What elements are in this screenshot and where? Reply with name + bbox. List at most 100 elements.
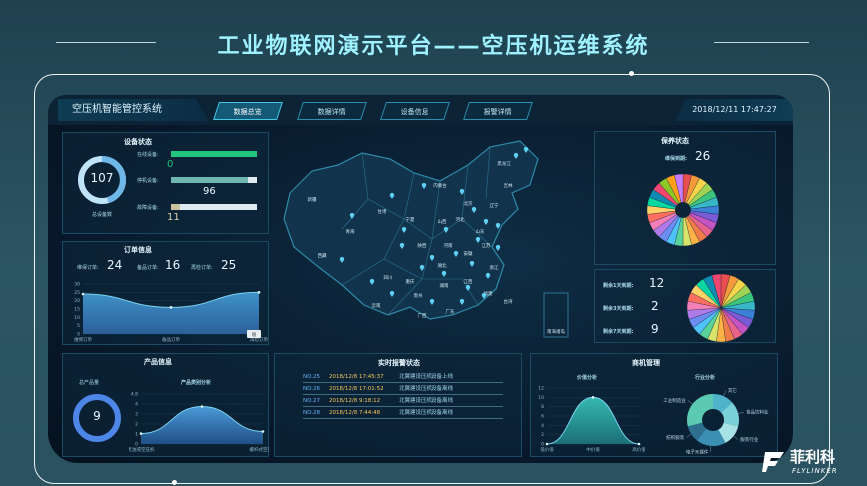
data-point bbox=[169, 306, 173, 309]
tab-alarm-details[interactable]: 报警详情 bbox=[463, 102, 533, 120]
stopped-value: 96 bbox=[203, 186, 216, 197]
data-point bbox=[139, 432, 143, 435]
maintenance-title: 保养状态 bbox=[661, 137, 689, 145]
title-line-right bbox=[714, 42, 809, 43]
map-province-label: 江苏 bbox=[482, 242, 491, 249]
map-province-label: 台湾 bbox=[504, 298, 513, 305]
industry-analysis-title: 行业分析 bbox=[695, 375, 716, 381]
x-tick-label: 无油或空压机 bbox=[129, 446, 155, 453]
map-province-label: 云南 bbox=[372, 302, 381, 309]
order-info-title: 订单信息 bbox=[124, 246, 152, 254]
pie-label: 电子元器件 bbox=[686, 448, 709, 454]
y-tick-label: 30 bbox=[74, 282, 80, 288]
map-province-label: 青海 bbox=[346, 228, 355, 235]
y-tick-label: 12 bbox=[538, 386, 544, 392]
product-total-label: 总产品量 bbox=[79, 380, 100, 386]
pie-label: 纺织服装 bbox=[666, 434, 684, 441]
data-point bbox=[545, 442, 549, 446]
map-province-label: 吉林 bbox=[504, 182, 513, 189]
brand-mark-icon bbox=[762, 452, 784, 472]
label-leader bbox=[686, 434, 692, 438]
map-province-label: 安徽 bbox=[464, 250, 473, 257]
map-province-label: 黑龙江 bbox=[497, 160, 511, 167]
alarm-row[interactable]: NO.27 2018/12/8 9:18:12 北翼建设压机 设备离线 bbox=[303, 396, 503, 407]
due-label: 维保到期: bbox=[665, 156, 687, 162]
price-analysis-title: 价值分析 bbox=[577, 375, 598, 381]
y-tick-label: 15 bbox=[74, 307, 80, 313]
x-tick-label: 维保订单 bbox=[74, 336, 92, 343]
y-tick-label: 0 bbox=[135, 442, 138, 448]
alarm-row[interactable]: NO.26 2018/12/8 17:01:52 北翼建设压机 设备离线 bbox=[303, 384, 503, 395]
tab-data-overview[interactable]: 数据总览 bbox=[213, 102, 283, 120]
pie-slice bbox=[687, 394, 713, 427]
product-analysis-title: 产品类别分析 bbox=[181, 380, 212, 386]
tab-data-details[interactable]: 数据详情 bbox=[297, 102, 367, 120]
alarm-row[interactable]: NO.28 2018/12/8 7:44:48 北翼建设压机 设备离线 bbox=[303, 408, 503, 419]
map-province-label: 四川 bbox=[384, 275, 393, 281]
market-panel: 商机管理 价值分析 12 10 8 6 4 2 0 低价值 中价值 高价值 行业分析 其它 食品饮料… bbox=[530, 353, 778, 457]
map-province-label: 新疆 bbox=[308, 196, 317, 203]
map-province-label: 河南 bbox=[444, 242, 453, 249]
y-tick-label: 6 bbox=[541, 414, 544, 420]
remaining-days-panel: 剩余1天到期: 12 剩余3天到期: 2 剩余7天到期: 9 bbox=[594, 269, 776, 343]
x-tick-label: 高价值 bbox=[632, 446, 645, 453]
alarm-no: NO.27 bbox=[303, 398, 320, 404]
chart-tooltip: 值 bbox=[247, 330, 261, 338]
alarm-time: 2018/12/8 17:45:37 bbox=[329, 374, 384, 380]
alarm-device: 北翼建设压机 bbox=[399, 410, 433, 416]
product-area-chart: 4.8 4 3 2 1 0无油或空压机 螺杆式空压机 bbox=[129, 392, 269, 454]
system-title: 空压机智能管控系统 bbox=[58, 99, 208, 121]
map-province-label: 广西 bbox=[418, 312, 427, 319]
frame-dot-top-right bbox=[629, 71, 634, 76]
map-province-label: 北京 bbox=[464, 200, 473, 207]
total-devices-value: 107 bbox=[90, 171, 114, 185]
alarm-time: 2018/12/8 17:01:52 bbox=[329, 386, 384, 392]
industry-donut-chart: 其它食品饮料业服装行业电子元器件 纺织服装 工业制造业 bbox=[663, 387, 769, 454]
product-total-value: 9 bbox=[93, 409, 101, 423]
y-tick-label: 2 bbox=[541, 432, 544, 438]
stopped-bar-fill bbox=[171, 177, 249, 183]
alarm-status: 设备离线 bbox=[431, 398, 454, 404]
data-point bbox=[200, 405, 204, 408]
map-province-label: 广东 bbox=[446, 308, 455, 315]
maintenance-panel: 保养状态 维保到期: 26 bbox=[594, 131, 776, 265]
pie-label: 服装行业 bbox=[740, 436, 758, 443]
map-province-label: 贵州 bbox=[414, 292, 423, 299]
frame-dot-bottom-left bbox=[172, 480, 177, 485]
order-3-value: 25 bbox=[221, 258, 237, 272]
map-province-label: 浙江 bbox=[490, 264, 499, 271]
y-tick-label: 3 bbox=[135, 412, 138, 418]
online-value: 0 bbox=[167, 159, 174, 170]
fault-label: 故障设备: bbox=[137, 205, 159, 211]
pie-label: 其它 bbox=[728, 387, 737, 394]
fault-value: 11 bbox=[167, 212, 180, 223]
device-status-title: 设备状态 bbox=[124, 138, 152, 146]
brand-subtitle: FLYLINKER bbox=[792, 467, 838, 475]
map-province-label: 陕西 bbox=[418, 242, 427, 249]
dashboard-screen: 空压机智能管控系统 数据总览 数据详情 设备信息 报警详情 2018/12/11… bbox=[48, 95, 793, 463]
order-1-value: 24 bbox=[107, 258, 123, 272]
map-province-label: 湖南 bbox=[440, 282, 449, 289]
map-province-label: 重庆 bbox=[406, 278, 415, 285]
data-point bbox=[81, 292, 85, 296]
orders-area-chart: 302520151050维保订单 备品订单 再检订单值 bbox=[74, 282, 268, 344]
order-1-label: 维保订单: bbox=[77, 265, 99, 271]
y-tick-label: 4 bbox=[541, 423, 544, 429]
remaining-3-label: 剩余3天到期: bbox=[603, 306, 634, 312]
alarm-no: NO.28 bbox=[303, 410, 320, 416]
online-bar-track bbox=[171, 151, 257, 157]
alarm-status-panel: 实时报警状态 NO.25 2018/12/8 17:45:37 北翼建设压机 设备上线… bbox=[274, 353, 522, 457]
remaining-1-label: 剩余1天到期: bbox=[603, 283, 634, 289]
y-tick-label: 4.8 bbox=[131, 392, 138, 398]
pie-label: 食品饮料业 bbox=[746, 409, 769, 416]
y-tick-label: 8 bbox=[541, 404, 544, 410]
remaining-3-value: 2 bbox=[651, 299, 659, 313]
location-pin-icon[interactable] bbox=[495, 244, 501, 251]
due-value: 26 bbox=[695, 149, 711, 163]
map-province-label: 河北 bbox=[456, 216, 465, 223]
market-title: 商机管理 bbox=[632, 359, 660, 367]
alarm-row[interactable]: NO.25 2018/12/8 17:45:37 北翼建设压机 设备上线 bbox=[303, 372, 503, 383]
alarm-status: 设备上线 bbox=[431, 374, 454, 380]
order-3-label: 再检订单: bbox=[191, 265, 213, 271]
tab-device-info[interactable]: 设备信息 bbox=[380, 102, 450, 120]
